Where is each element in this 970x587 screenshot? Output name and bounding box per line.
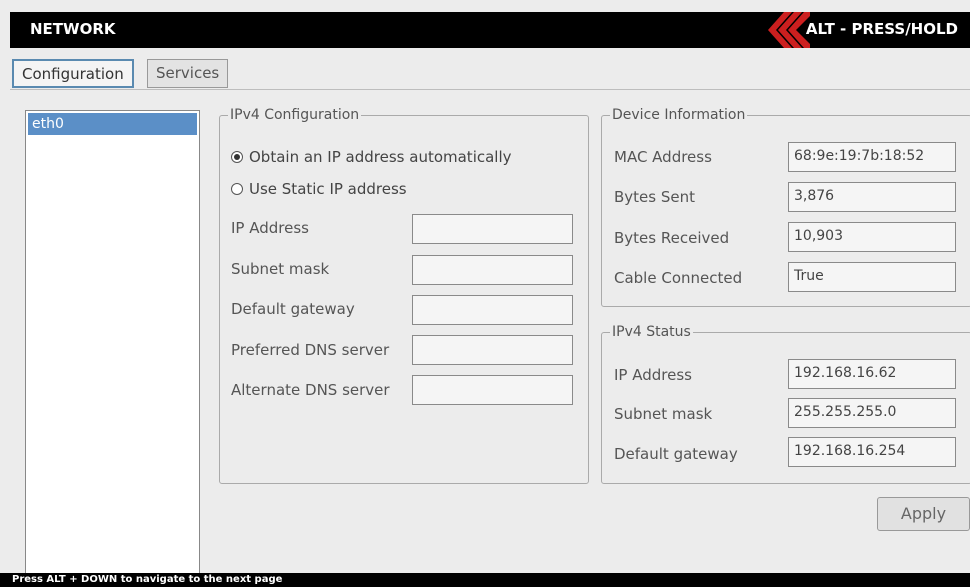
tab-services[interactable]: Services — [147, 59, 229, 88]
ip-address-label: IP Address — [231, 219, 309, 237]
header-bar: NETWORK ALT - PRESS/HOLD — [10, 12, 970, 48]
ip-address-input[interactable] — [412, 214, 573, 244]
device-info-legend: Device Information — [612, 107, 746, 123]
default-gateway-label: Default gateway — [231, 300, 355, 318]
radio-static-label: Use Static IP address — [249, 180, 407, 198]
tab-configuration[interactable]: Configuration — [12, 59, 134, 88]
preferred-dns-label: Preferred DNS server — [231, 341, 390, 359]
default-gateway-input[interactable] — [412, 295, 573, 325]
status-ip-address-label: IP Address — [614, 366, 692, 384]
ipv4-config-legend: IPv4 Configuration — [230, 107, 360, 123]
cable-connected-label: Cable Connected — [614, 269, 743, 287]
alternate-dns-input[interactable] — [412, 375, 573, 405]
interface-list[interactable]: eth0 — [25, 110, 200, 580]
status-ip-address-value: 192.168.16.62 — [788, 359, 956, 389]
cable-connected-value: True — [788, 262, 956, 292]
bytes-received-value: 10,903 — [788, 222, 956, 252]
preferred-dns-input[interactable] — [412, 335, 573, 365]
status-default-gateway-label: Default gateway — [614, 445, 738, 463]
subnet-mask-input[interactable] — [412, 255, 573, 285]
ipv4-status-legend: IPv4 Status — [612, 324, 691, 340]
radio-selected-icon — [231, 151, 243, 163]
status-subnet-mask-value: 255.255.255.0 — [788, 398, 956, 428]
mac-address-label: MAC Address — [614, 148, 712, 166]
brand-chevron-icon — [768, 12, 810, 48]
alternate-dns-label: Alternate DNS server — [231, 381, 390, 399]
radio-unselected-icon — [231, 183, 243, 195]
interface-item-eth0[interactable]: eth0 — [28, 113, 197, 135]
radio-static-ip[interactable]: Use Static IP address — [231, 180, 407, 198]
radio-obtain-auto[interactable]: Obtain an IP address automatically — [231, 148, 512, 166]
bytes-received-label: Bytes Received — [614, 229, 730, 247]
subnet-mask-label: Subnet mask — [231, 260, 330, 278]
tab-divider — [10, 89, 970, 90]
mac-address-value: 68:9e:19:7b:18:52 — [788, 142, 956, 172]
status-default-gateway-value: 192.168.16.254 — [788, 437, 956, 467]
alt-hint: ALT - PRESS/HOLD — [805, 20, 958, 38]
footer-hint: Press ALT + DOWN to navigate to the next… — [0, 573, 970, 587]
radio-auto-label: Obtain an IP address automatically — [249, 148, 512, 166]
status-subnet-mask-label: Subnet mask — [614, 405, 713, 423]
apply-button[interactable]: Apply — [877, 497, 970, 531]
bytes-sent-label: Bytes Sent — [614, 188, 695, 206]
page-title: NETWORK — [30, 20, 116, 38]
bytes-sent-value: 3,876 — [788, 182, 956, 212]
